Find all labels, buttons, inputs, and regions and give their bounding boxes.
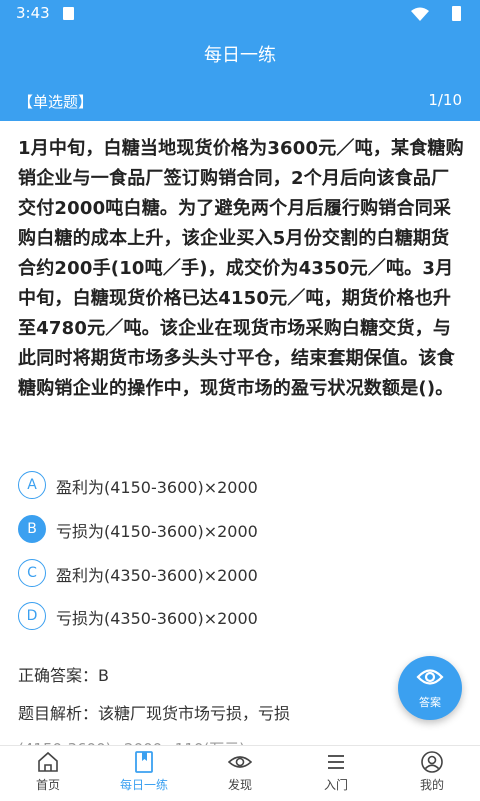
tab-label: 每日一练: [119, 778, 168, 792]
app-header: 每日一练: [0, 28, 480, 80]
status-time: 3:43: [16, 4, 50, 22]
sd-card-icon: [63, 7, 74, 20]
tab-label: 发现: [227, 778, 252, 792]
option-d[interactable]: D 亏损为(4350-3600)×2000: [18, 601, 458, 631]
tab-beginner[interactable]: 入门: [288, 746, 384, 801]
question-type-label: 【单选题】: [18, 93, 94, 111]
battery-icon: [452, 6, 461, 21]
tab-label: 首页: [35, 778, 60, 792]
bottom-tab-bar: 首页 每日一练 发现 入门 我的: [0, 745, 480, 801]
option-text: 亏损为(4150-3600)×2000: [56, 522, 258, 541]
option-text: 盈利为(4350-3600)×2000: [56, 566, 258, 585]
profile-icon: [421, 751, 443, 773]
option-letter: B: [18, 515, 46, 543]
page-title: 每日一练: [204, 45, 276, 66]
list-icon: [328, 755, 344, 769]
tab-home[interactable]: 首页: [0, 746, 96, 801]
tab-discover[interactable]: 发现: [192, 746, 288, 801]
tab-daily-practice[interactable]: 每日一练: [96, 746, 192, 801]
question-text: 1月中旬，白糖当地现货价格为3600元／吨，某食糖购销企业与一食品厂签订购销合同…: [18, 138, 464, 399]
show-answer-label: 答案: [419, 696, 441, 709]
answer-analysis: 题目解析：该糖厂现货市场亏损，亏损: [18, 704, 291, 723]
status-bar: 3:43: [0, 0, 480, 28]
home-icon: [38, 751, 58, 772]
option-text: 亏损为(4350-3600)×2000: [56, 609, 258, 628]
option-letter: D: [18, 602, 46, 630]
question-progress: 1/10: [428, 91, 462, 109]
wifi-icon: [411, 7, 429, 21]
option-text: 盈利为(4150-3600)×2000: [56, 478, 258, 497]
option-a[interactable]: A 盈利为(4150-3600)×2000: [18, 470, 458, 500]
option-b[interactable]: B 亏损为(4150-3600)×2000: [18, 514, 458, 544]
option-c[interactable]: C 盈利为(4350-3600)×2000: [18, 558, 458, 588]
tab-label: 我的: [419, 778, 444, 792]
tab-mine[interactable]: 我的: [384, 746, 480, 801]
option-letter: A: [18, 471, 46, 499]
eye-icon: [228, 756, 252, 768]
eye-icon: [416, 669, 444, 685]
option-letter: C: [18, 559, 46, 587]
question-info-bar: 【单选题】 1/10: [0, 80, 480, 121]
show-answer-button[interactable]: 答案: [398, 656, 462, 720]
correct-answer: 正确答案：B: [18, 666, 109, 685]
tab-label: 入门: [323, 778, 348, 792]
bookmark-book-icon: [135, 751, 153, 773]
